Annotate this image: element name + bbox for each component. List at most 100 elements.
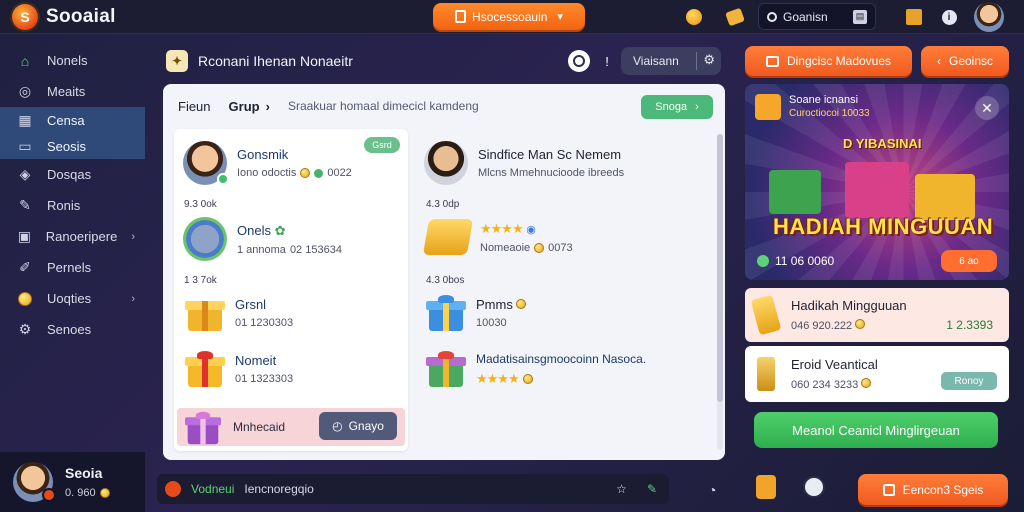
list-item-detail: Iono odoctis 0022 xyxy=(237,167,352,179)
sidebar-item-groups[interactable]: ◈ Dosqas xyxy=(0,159,145,190)
list-item[interactable]: Onels ✿ 1 annoma 02 153634 xyxy=(183,217,417,261)
notebook-icon[interactable] xyxy=(902,5,926,29)
gift-icon xyxy=(755,94,781,120)
card-title: Eroid Veantical xyxy=(791,357,878,372)
selected-list-item[interactable]: Mnhecaid ◴ Gnayo xyxy=(177,408,405,446)
gold-bar-icon xyxy=(422,219,474,255)
coin-icon xyxy=(99,488,110,498)
notification-icon[interactable] xyxy=(568,50,590,72)
sidebar-item-explore[interactable]: ◎ Meaits xyxy=(0,76,145,107)
edit-icon[interactable]: ✎ xyxy=(647,482,657,496)
sidebar-item-home[interactable]: ⌂ Nonels xyxy=(0,45,145,76)
claim-reward-button[interactable]: Meanol Ceanicl Minglirgeuan xyxy=(754,412,998,448)
banner-badge-label: 6 ao xyxy=(959,255,979,267)
sidebar-item-label: Meaits xyxy=(47,84,86,99)
purple-gift-icon xyxy=(185,411,221,445)
status-badge xyxy=(42,488,56,502)
section-separator: 4.3 0dp xyxy=(426,199,460,210)
banner-tag: D YIBASINAI xyxy=(843,136,922,151)
balance-value: 0. 960 xyxy=(65,487,96,499)
bag-icon xyxy=(882,483,895,496)
tab-group[interactable]: Grup › xyxy=(229,99,270,114)
selected-item-name: Mnhecaid xyxy=(233,420,286,434)
info-icon[interactable]: i xyxy=(937,5,961,29)
list-item[interactable]: Sindfice Man Sc Nemem Mlcns Mmehnucioode… xyxy=(424,141,714,185)
user-profile[interactable]: Seoia 0. 960 xyxy=(0,452,145,512)
chest-icon xyxy=(183,217,227,261)
section-separator: 4.3 0bos xyxy=(426,275,465,286)
card-chip[interactable]: Ronoy xyxy=(941,372,997,390)
coin-bag-icon[interactable] xyxy=(682,5,706,29)
panel-hint: Sraakuar homaal dimecicl kamdeng xyxy=(287,99,479,113)
list-item[interactable]: Pmms 10030 xyxy=(426,295,716,331)
pink-gift-icon xyxy=(845,162,909,218)
add-button-label: Snoga xyxy=(655,101,688,113)
green-gift-icon xyxy=(769,170,821,214)
weekly-reward-card[interactable]: Hadikah Mingguuan 046 920.222 1 2.3393 xyxy=(745,288,1009,342)
home-icon: ⌂ xyxy=(20,52,30,69)
name-text: Pmms xyxy=(476,297,513,312)
coin-icon xyxy=(516,299,527,309)
compass-icon: ◎ xyxy=(18,83,32,99)
app-logo[interactable]: S Sooaial xyxy=(12,4,116,30)
rating-row: ★★★★ ◉ xyxy=(480,220,536,236)
gold-vertical-card[interactable]: Eroid Veantical 060 234 3233 Ronoy xyxy=(745,346,1009,402)
profile-avatar[interactable] xyxy=(974,2,1004,32)
card-detail: 046 920.222 xyxy=(791,319,907,332)
alert-icon[interactable]: ! xyxy=(596,50,618,72)
add-button[interactable]: Snoga › xyxy=(641,95,713,119)
list-item-detail: 01 1323303 xyxy=(235,373,294,385)
sidebar-item-label: Dosqas xyxy=(47,167,92,182)
banner-badge[interactable]: 6 ao xyxy=(941,250,997,272)
tab-group-label: Grup xyxy=(228,98,260,114)
sidebar-item-files[interactable]: ▣ Ranoeripere › xyxy=(0,221,145,252)
trophy-icon xyxy=(750,294,782,336)
play-button[interactable]: Eencon3 Sgeis xyxy=(858,474,1008,505)
panel-scrollbar[interactable] xyxy=(717,134,723,450)
search-box[interactable]: Goanisn ▤ xyxy=(758,3,876,30)
bag-icon xyxy=(455,10,467,23)
detail-text: Iono odoctis xyxy=(237,167,297,179)
scrollbar-thumb[interactable] xyxy=(717,134,723,402)
banner-line2: Curoctiocoi 10033 xyxy=(789,108,870,119)
mascot-icon xyxy=(165,481,181,497)
sidebar-item-quotes[interactable]: Uoqties › xyxy=(0,283,145,314)
weekly-reward-banner[interactable]: Soane icnansi Curoctiocoi 10033 ✕ D YIBA… xyxy=(745,84,1009,280)
sidebar-item-social[interactable]: ▭ Seosis xyxy=(0,133,145,159)
list-item[interactable]: Madatisainsgmoocoinn Nasoca. ★★★★ xyxy=(426,351,716,387)
settings-icon[interactable]: ⚙ xyxy=(703,52,715,68)
coin-icon xyxy=(534,242,545,253)
gift-icon[interactable] xyxy=(723,5,747,29)
avatar xyxy=(183,141,229,185)
character-icon[interactable] xyxy=(803,476,825,498)
list-item-detail: ★★★★ xyxy=(476,371,646,387)
sidebar-item-settings[interactable]: ⚙ Senoes xyxy=(0,314,145,345)
list-item[interactable]: Nomeit 01 1323303 xyxy=(185,351,419,387)
chevron-right-icon: › xyxy=(695,101,699,113)
calendar-icon[interactable]: ▤ xyxy=(853,9,867,24)
sidebar-item-center[interactable]: ▦ Censa xyxy=(0,107,145,133)
continue-button[interactable]: ‹ Geoinsc xyxy=(921,46,1009,76)
list-item-detail: Nomeaoie 0073 xyxy=(480,242,573,254)
help-icon[interactable]: ◔ xyxy=(708,482,716,498)
daily-missions-button[interactable]: Dingcisc Madovues xyxy=(745,46,912,76)
close-icon[interactable]: ✕ xyxy=(975,96,999,120)
sidebar-item-personal[interactable]: ✐ Pernels xyxy=(0,252,145,283)
avatar xyxy=(424,141,468,185)
gift-action-button[interactable]: ◴ Gnayo xyxy=(319,412,397,440)
promo-button[interactable]: Hsocessoauin ▾ xyxy=(433,3,585,30)
list-item[interactable]: Gonsmik Iono odoctis 0022 xyxy=(183,141,417,185)
list-item-detail: 1 annoma 02 153634 xyxy=(237,244,342,256)
gold-pillar-icon xyxy=(757,357,775,391)
tab-friends[interactable]: Fieun xyxy=(178,99,211,114)
view-pill[interactable]: Viaisann ⚙ xyxy=(621,47,721,75)
list-item[interactable]: ★★★★ ◉ Nomeaoie 0073 xyxy=(422,219,716,255)
list-item[interactable]: Grsnl 01 1230303 xyxy=(185,295,419,331)
trophy-icon[interactable] xyxy=(756,475,776,499)
star-icon[interactable]: ☆ xyxy=(616,482,627,496)
list-item-name: Nomeit xyxy=(235,353,277,368)
claim-label: Meanol Ceanicl Minglirgeuan xyxy=(792,422,960,438)
search-label: Goanisn xyxy=(783,9,828,24)
sidebar-item-posts[interactable]: ✎ Ronis xyxy=(0,190,145,221)
grid-icon: ▦ xyxy=(18,111,32,128)
